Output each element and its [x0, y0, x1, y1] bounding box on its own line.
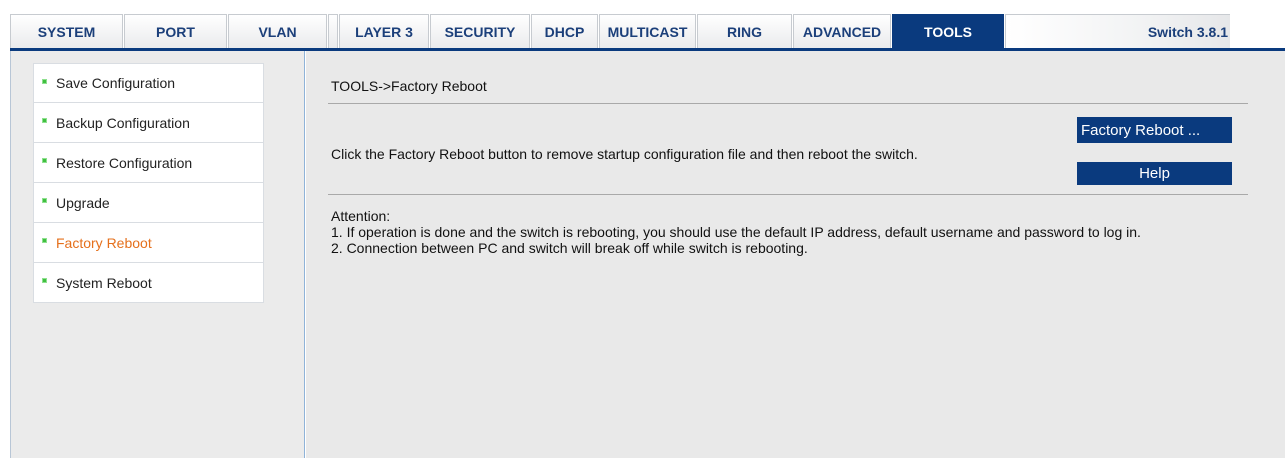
attention-title: Attention:	[331, 208, 391, 224]
bullet-icon	[42, 118, 47, 123]
divider	[328, 194, 1248, 195]
sidebar-item-label: Save Configuration	[56, 75, 176, 91]
description-text: Click the Factory Reboot button to remov…	[331, 146, 918, 162]
tab-strip: SYSTEM PORT VLAN LAYER 3 SECURITY DHCP M…	[10, 14, 1230, 49]
tab-port[interactable]: PORT	[124, 14, 227, 49]
bullet-icon	[42, 78, 47, 84]
attention-line-2: 2. Connection between PC and switch will…	[331, 240, 808, 256]
sidebar-item-label: Restore Configuration	[56, 154, 193, 171]
bullet-icon	[42, 158, 47, 163]
tab-layer3[interactable]: LAYER 3	[339, 14, 429, 49]
sidebar-item-factory-reboot[interactable]: Factory Reboot	[33, 223, 264, 263]
sidebar-item-label: Backup Configuration	[56, 114, 190, 131]
sidebar-item-label: Factory Reboot	[56, 234, 152, 251]
tab-system[interactable]: SYSTEM	[10, 14, 123, 49]
sidebar-item-label: System Reboot	[56, 274, 152, 291]
top-nav-bar: SYSTEM PORT VLAN LAYER 3 SECURITY DHCP M…	[0, 0, 1285, 51]
factory-reboot-button[interactable]: Factory Reboot ...	[1077, 117, 1232, 143]
tab-multicast[interactable]: MULTICAST	[599, 14, 696, 49]
tab-security[interactable]: SECURITY	[430, 14, 530, 49]
sidebar-item-upgrade[interactable]: Upgrade	[33, 183, 264, 223]
tab-ring[interactable]: RING	[697, 14, 792, 49]
sidebar-item-backup-configuration[interactable]: Backup Configuration	[33, 103, 264, 143]
version-label: Switch 3.8.1	[1005, 14, 1230, 49]
main-panel: TOOLS->Factory Reboot Click the Factory …	[306, 51, 1285, 458]
bullet-icon	[42, 278, 47, 283]
attention-line-1: 1. If operation is done and the switch i…	[331, 224, 1141, 240]
tab-tools[interactable]: TOOLS	[892, 14, 1004, 49]
sidebar-item-system-reboot[interactable]: System Reboot	[33, 263, 264, 303]
bullet-icon	[42, 238, 47, 243]
breadcrumb: TOOLS->Factory Reboot	[331, 78, 487, 94]
tab-dhcp[interactable]: DHCP	[531, 14, 598, 49]
sidebar-item-label: Upgrade	[56, 194, 110, 211]
sidebar: Save Configuration Backup Configuration …	[10, 51, 305, 458]
sidebar-menu: Save Configuration Backup Configuration …	[33, 63, 264, 303]
bullet-icon	[42, 198, 47, 203]
tab-advanced[interactable]: ADVANCED	[793, 14, 891, 49]
sidebar-item-restore-configuration[interactable]: Restore Configuration	[33, 143, 264, 183]
tab-vlan[interactable]: VLAN	[228, 14, 327, 49]
divider	[328, 103, 1248, 104]
tab-divider	[328, 14, 338, 49]
help-button[interactable]: Help	[1077, 162, 1232, 185]
attention-notice: Attention: 1. If operation is done and t…	[331, 208, 1251, 256]
sidebar-item-save-configuration[interactable]: Save Configuration	[33, 63, 264, 103]
